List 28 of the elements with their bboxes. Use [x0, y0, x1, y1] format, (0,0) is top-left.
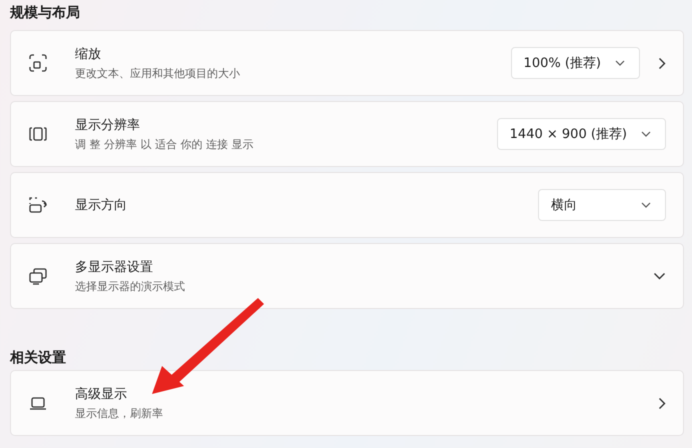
chevron-down-icon [641, 202, 651, 208]
setting-title: 显示分辨率 [75, 117, 141, 134]
settings-card[interactable]: 高级显示 显示信息，刷新率 [10, 370, 684, 436]
dropdown[interactable]: 1440 × 900 (推荐) [496, 118, 666, 150]
dropdown[interactable]: 100% (推荐) [510, 47, 640, 79]
chevron-down-icon [615, 60, 625, 66]
setting-title: 缩放 [75, 46, 102, 63]
setting-description: 选择显示器的演示模式 [75, 279, 186, 294]
scale-icon [28, 53, 48, 73]
setting-description: 显示信息，刷新率 [75, 406, 164, 421]
setting-title: 显示方向 [75, 197, 128, 214]
settings-card[interactable]: 显示方向 横向 [10, 172, 684, 238]
section-heading: 规模与布局 [10, 4, 81, 23]
settings-card[interactable]: 显示分辨率 调 整 分辨率 以 适合 你的 连接 显示 1440 × 900 (推荐) [10, 101, 684, 167]
chevron-down-icon[interactable] [653, 272, 666, 280]
setting-description: 调 整 分辨率 以 适合 你的 连接 显示 [75, 137, 254, 152]
settings-card[interactable]: 缩放 更改文本、应用和其他项目的大小 100% (推荐) [10, 30, 684, 96]
chevron-right-icon[interactable] [658, 396, 666, 410]
orientation-icon [28, 195, 48, 215]
chevron-down-icon [641, 131, 651, 137]
setting-description: 更改文本、应用和其他项目的大小 [75, 66, 241, 81]
setting-title: 多显示器设置 [75, 259, 154, 276]
settings-card[interactable]: 多显示器设置 选择显示器的演示模式 [10, 243, 684, 309]
dropdown[interactable]: 横向 [538, 189, 666, 221]
multi-monitor-icon [28, 266, 48, 286]
section-heading: 相关设置 [10, 349, 67, 368]
chevron-right-icon[interactable] [658, 56, 666, 70]
setting-title: 高级显示 [75, 386, 128, 403]
